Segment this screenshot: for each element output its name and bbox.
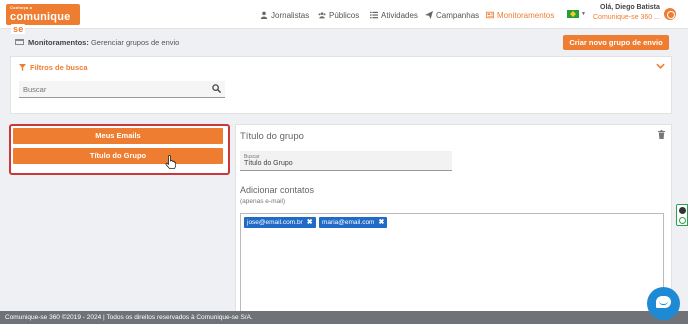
caret-down-icon[interactable]: ▼ xyxy=(581,11,586,17)
groups-list: Meus Emails Título do Grupo xyxy=(9,124,230,175)
add-contacts-hint: (apenas e-mail) xyxy=(240,198,286,205)
logo-badge: se xyxy=(11,24,26,34)
create-group-button[interactable]: Criar novo grupo de envio xyxy=(563,35,669,50)
group-button-titulo-do-grupo[interactable]: Título do Grupo xyxy=(13,148,223,164)
filters-title: Filtros de busca xyxy=(30,63,88,72)
contact-chip[interactable]: maria@email.com ✖ xyxy=(319,217,388,228)
brazil-flag-icon[interactable] xyxy=(567,10,579,18)
search-input[interactable] xyxy=(19,81,199,97)
nav-item-monitoramentos[interactable]: Monitoramentos xyxy=(486,9,554,21)
nav-item-label: Públicos xyxy=(329,10,360,20)
gear-icon[interactable] xyxy=(679,207,686,214)
breadcrumb-page: Gerenciar grupos de envio xyxy=(90,38,180,47)
nav-item-label: Atividades xyxy=(381,10,418,20)
hand-pointer-icon xyxy=(165,155,176,169)
editor-title: Título do grupo xyxy=(240,131,304,142)
nav-item-atividades[interactable]: Atividades xyxy=(370,9,418,21)
list-icon xyxy=(370,11,378,19)
window-icon xyxy=(15,39,24,45)
user-avatar-icon[interactable] xyxy=(664,8,676,20)
nav-item-jornalistas[interactable]: Jornalistas xyxy=(260,9,309,21)
group-name-field[interactable]: Buscar Título do Grupo xyxy=(240,151,452,171)
group-name-value[interactable]: Título do Grupo xyxy=(244,160,293,167)
nav-item-label: Campanhas xyxy=(436,10,480,20)
nav-item-campanhas[interactable]: Campanhas xyxy=(425,9,479,21)
user-greeting[interactable]: Olá, Diego Batista xyxy=(600,4,660,11)
top-navbar: Conheça o comuniquese Jornalistas Públic… xyxy=(0,0,688,34)
chevron-down-icon[interactable] xyxy=(656,63,665,69)
user-organization[interactable]: Comunique-se 360 ... xyxy=(593,14,660,21)
person-icon xyxy=(260,11,268,19)
newspaper-icon xyxy=(486,11,494,19)
filters-panel: Filtros de busca xyxy=(10,56,672,114)
contact-email: jose@email.com.br xyxy=(247,219,303,226)
breadcrumb: Monitoramentos: Gerenciar grupos de envi… xyxy=(28,38,179,47)
nav-item-label: Monitoramentos xyxy=(497,10,555,20)
brand-logo[interactable]: Conheça o comuniquese xyxy=(6,4,80,34)
circle-icon[interactable] xyxy=(679,217,686,224)
add-contacts-title: Adicionar contatos xyxy=(240,185,315,195)
close-icon[interactable]: ✖ xyxy=(378,217,384,228)
search-field xyxy=(19,81,225,98)
logo-caption: Conheça o xyxy=(10,5,33,10)
filter-icon xyxy=(19,64,26,71)
nav-item-publicos[interactable]: Públicos xyxy=(318,9,359,21)
users-icon xyxy=(318,12,326,19)
search-icon[interactable] xyxy=(212,84,221,93)
contact-chip[interactable]: jose@email.com.br ✖ xyxy=(244,217,316,228)
side-widget[interactable] xyxy=(676,204,688,226)
trash-icon[interactable] xyxy=(658,130,665,139)
breadcrumb-section: Monitoramentos: xyxy=(28,38,89,47)
group-button-meus-emails[interactable]: Meus Emails xyxy=(13,128,223,144)
nav-item-label: Jornalistas xyxy=(271,10,310,20)
contacts-input[interactable]: jose@email.com.br ✖ maria@email.com ✖ xyxy=(240,213,664,315)
paper-plane-icon xyxy=(425,11,433,19)
chat-bubble-icon[interactable] xyxy=(647,287,680,320)
group-editor: Título do grupo Buscar Título do Grupo A… xyxy=(235,124,672,315)
footer: Comunique-se 360 ©2019 - 2024 | Todos os… xyxy=(0,311,688,324)
contact-email: maria@email.com xyxy=(322,219,375,226)
logo-wordmark: comuniquese xyxy=(10,11,71,34)
close-icon[interactable]: ✖ xyxy=(307,217,313,228)
filters-toggle[interactable]: Filtros de busca xyxy=(19,63,88,72)
